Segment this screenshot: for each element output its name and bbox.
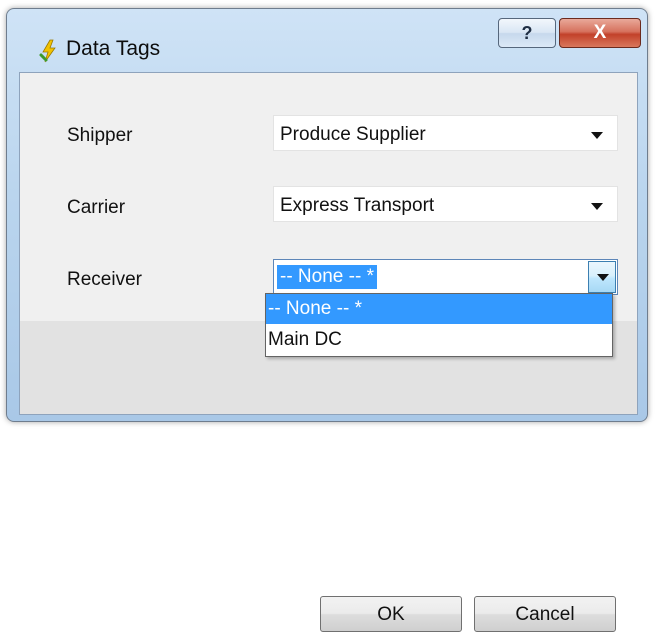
receiver-dropdown-list: -- None -- * Main DC bbox=[265, 293, 613, 357]
shipper-combo[interactable]: Produce Supplier bbox=[273, 115, 618, 151]
dropdown-option[interactable]: -- None -- * bbox=[266, 294, 612, 324]
receiver-value: -- None -- * bbox=[277, 265, 377, 289]
ok-button[interactable]: OK bbox=[320, 596, 462, 632]
chevron-down-icon bbox=[597, 274, 609, 281]
close-icon: X bbox=[593, 22, 607, 43]
lightning-tag-icon bbox=[39, 39, 56, 63]
carrier-combo[interactable]: Express Transport bbox=[273, 186, 618, 222]
dropdown-option[interactable]: Main DC bbox=[266, 325, 612, 355]
chevron-down-icon bbox=[591, 132, 603, 139]
carrier-label: Carrier bbox=[67, 197, 126, 218]
shipper-value: Produce Supplier bbox=[280, 124, 426, 145]
help-icon: ? bbox=[521, 22, 533, 43]
window-title: Data Tags bbox=[66, 37, 161, 60]
chevron-down-icon bbox=[591, 203, 603, 210]
help-button[interactable]: ? bbox=[498, 18, 556, 48]
receiver-label: Receiver bbox=[67, 269, 142, 290]
receiver-dropdown-button[interactable] bbox=[588, 261, 616, 293]
receiver-combo[interactable]: -- None -- * bbox=[273, 259, 618, 295]
dialog-window: Data Tags ? X OK Cancel Shipper Produce … bbox=[6, 8, 648, 632]
carrier-value: Express Transport bbox=[280, 195, 435, 216]
dialog-body: OK Cancel Shipper Produce Supplier Carri… bbox=[19, 72, 638, 632]
cancel-button[interactable]: Cancel bbox=[474, 596, 616, 632]
title-bar[interactable]: Data Tags ? X bbox=[7, 9, 647, 71]
close-button[interactable]: X bbox=[559, 18, 641, 48]
shipper-label: Shipper bbox=[67, 125, 133, 146]
